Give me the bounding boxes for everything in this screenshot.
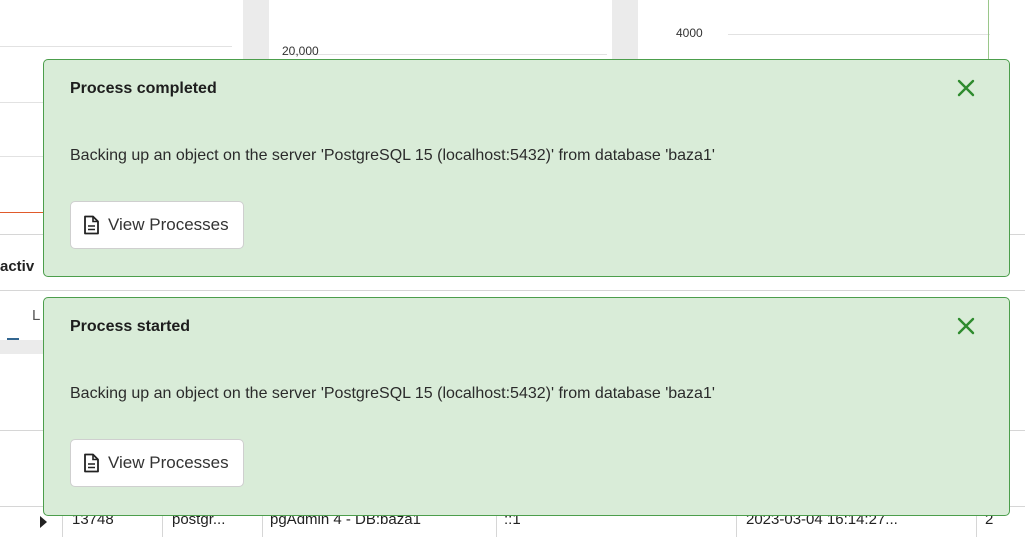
- document-icon: [84, 453, 99, 473]
- view-processes-button[interactable]: View Processes: [70, 439, 244, 487]
- grid-line: [282, 54, 607, 55]
- button-label: View Processes: [108, 215, 229, 234]
- scroll-area: [0, 340, 43, 354]
- tab-fragment[interactable]: L: [32, 307, 40, 324]
- toast-message: Backing up an object on the server 'Post…: [70, 385, 715, 402]
- close-icon[interactable]: [955, 77, 977, 99]
- grid-line: [0, 156, 43, 157]
- chart-axis-line: [988, 0, 989, 60]
- grid-line: [0, 102, 43, 103]
- toast-title: Process completed: [70, 80, 217, 97]
- section-title-fragment: activ: [0, 258, 35, 275]
- tab-divider: [0, 290, 1025, 291]
- toast-process-started: Process started Backing up an object on …: [43, 297, 1010, 516]
- toast-process-completed: Process completed Backing up an object o…: [43, 59, 1010, 277]
- chart-tick-label: 20,000: [282, 44, 319, 58]
- chart-tick-label: 4000: [676, 26, 703, 40]
- close-icon[interactable]: [955, 315, 977, 337]
- document-icon: [84, 215, 99, 235]
- expand-caret-icon[interactable]: [40, 516, 47, 528]
- button-label: View Processes: [108, 453, 229, 472]
- view-processes-button[interactable]: View Processes: [70, 201, 244, 249]
- toast-title: Process started: [70, 318, 191, 335]
- grid-line: [728, 34, 990, 35]
- chart-series-line: [0, 212, 43, 213]
- grid-line: [0, 46, 232, 47]
- toast-message: Backing up an object on the server 'Post…: [70, 147, 715, 164]
